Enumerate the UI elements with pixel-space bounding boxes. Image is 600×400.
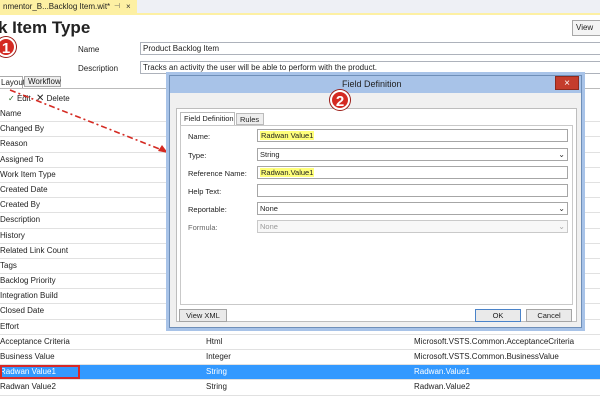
reportable-value: None <box>260 204 278 213</box>
dialog-title: Field Definition <box>342 79 402 89</box>
field-definition-dialog: Field Definition × Field Definition Rule… <box>169 75 582 328</box>
field-name-input[interactable]: Radwan Value1 <box>257 129 568 142</box>
tab-field-definition[interactable]: Field Definition <box>180 112 235 125</box>
reportable-select[interactable]: None ⌄ <box>257 202 568 215</box>
formula-select: None ⌄ <box>257 220 568 233</box>
formula-value: None <box>260 222 278 231</box>
ok-button[interactable]: OK <box>475 309 521 322</box>
dropdown-caret-icon: ⌄ <box>558 204 565 213</box>
tab-rules[interactable]: Rules <box>236 113 264 125</box>
annotation-badge-2: 2 <box>330 90 350 110</box>
field-name-value: Radwan Value1 <box>260 131 315 140</box>
reference-name-value: Radwan.Value1 <box>260 168 315 177</box>
reference-name-label: Reference Name: <box>188 169 247 178</box>
reference-name-input[interactable]: Radwan.Value1 <box>257 166 568 179</box>
type-label: Type: <box>188 151 207 160</box>
help-text-input[interactable] <box>257 184 568 197</box>
view-xml-button[interactable]: View XML <box>179 309 227 322</box>
dialog-close-icon[interactable]: × <box>555 76 579 90</box>
name-label: Name: <box>188 132 211 141</box>
formula-label: Formula: <box>188 223 218 232</box>
cancel-button[interactable]: Cancel <box>526 309 572 322</box>
help-text-label: Help Text: <box>188 187 222 196</box>
type-value: String <box>260 150 280 159</box>
dropdown-caret-icon: ⌄ <box>558 150 565 159</box>
type-select[interactable]: String ⌄ <box>257 148 568 161</box>
dropdown-caret-icon: ⌄ <box>558 222 565 231</box>
reportable-label: Reportable: <box>188 205 227 214</box>
